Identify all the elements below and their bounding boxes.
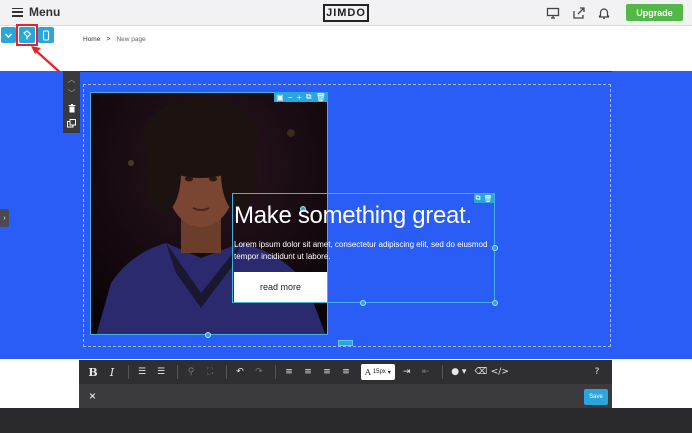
top-bar: Menu JIMDO Upgrade: [0, 0, 692, 26]
divider: [441, 365, 443, 379]
hero-body[interactable]: Lorem ipsum dolor sit amet, consectetur …: [234, 239, 494, 262]
move-up-icon[interactable]: ︿: [68, 76, 76, 84]
jimdo-logo[interactable]: JIMDO: [323, 4, 369, 22]
resize-handle[interactable]: [205, 332, 211, 338]
code-icon[interactable]: </>: [491, 364, 509, 380]
duplicate-icon[interactable]: [67, 119, 76, 128]
desktop-icon[interactable]: [546, 6, 560, 20]
divider: [128, 365, 129, 379]
hero-headline[interactable]: Make something great.: [234, 202, 472, 230]
font-size-select[interactable]: A 15px ▾: [361, 364, 395, 380]
mobile-view-button[interactable]: [38, 27, 54, 43]
link-icon[interactable]: ⚲: [183, 364, 199, 380]
duplicate-icon[interactable]: ⧉: [476, 195, 481, 203]
trash-icon[interactable]: 🗑: [316, 93, 326, 102]
menu-button[interactable]: Menu: [12, 5, 60, 19]
text-editor-toolbar: B I ☰ ☰ ⚲ ⛶ ↶ ↷ ≡ ≡ ≡ ≡ A 15px ▾ ⇥ ⇤ ● ▾…: [79, 360, 612, 384]
unlink-icon[interactable]: ⛶: [202, 364, 218, 380]
share-icon[interactable]: [572, 6, 586, 20]
collapse-button[interactable]: [1, 27, 16, 43]
image-toolbar: ▣ − + ⧉ 🗑: [274, 92, 328, 102]
trash-icon[interactable]: [68, 104, 76, 113]
bell-icon[interactable]: [597, 6, 611, 20]
text-toolbar: ⧉ 🗑: [474, 194, 494, 203]
indent-icon[interactable]: ⇥: [399, 364, 415, 380]
image-settings-icon[interactable]: ▣: [276, 93, 284, 102]
move-down-icon[interactable]: ﹀: [68, 90, 76, 98]
redo-icon[interactable]: ↷: [251, 364, 267, 380]
align-center-icon[interactable]: ≡: [300, 364, 316, 380]
align-left-icon[interactable]: ≡: [281, 364, 297, 380]
upgrade-button[interactable]: Upgrade: [626, 4, 683, 21]
menu-label: Menu: [29, 5, 61, 19]
read-more-button[interactable]: read more: [234, 272, 327, 302]
resize-handle[interactable]: [492, 300, 498, 306]
font-size-icon: A: [365, 367, 371, 377]
eraser-icon[interactable]: ⌫: [473, 364, 489, 380]
align-justify-icon[interactable]: ≡: [338, 364, 354, 380]
close-icon[interactable]: ×: [89, 389, 96, 403]
font-size-value: 15px: [372, 369, 386, 375]
hamburger-icon: [12, 7, 23, 17]
save-button[interactable]: Save: [584, 389, 608, 405]
breadcrumb-separator: >: [106, 36, 111, 43]
chevron-right-icon: ›: [3, 214, 6, 222]
footer-area: [0, 408, 692, 433]
color-icon[interactable]: ● ▾: [448, 364, 470, 380]
breadcrumb-current: New page: [116, 36, 146, 43]
duplicate-icon[interactable]: ⧉: [306, 92, 312, 102]
section-divider: [80, 71, 612, 72]
side-panel-toggle[interactable]: ›: [0, 209, 9, 227]
section-size-handle[interactable]: [338, 340, 353, 346]
help-button[interactable]: ?: [589, 364, 605, 380]
divider: [177, 365, 178, 379]
resize-handle[interactable]: [492, 245, 498, 251]
divider: [275, 365, 276, 379]
block-toolbar: ︿ ﹀: [63, 71, 80, 133]
align-right-icon[interactable]: ≡: [319, 364, 335, 380]
mobile-icon: [42, 29, 50, 41]
outdent-icon[interactable]: ⇤: [418, 364, 434, 380]
undo-icon[interactable]: ↶: [232, 364, 248, 380]
edit-action-bar: [79, 384, 612, 408]
zoom-in-icon[interactable]: +: [297, 93, 302, 102]
zoom-out-icon[interactable]: −: [288, 93, 293, 102]
resize-handle[interactable]: [360, 300, 366, 306]
bold-icon[interactable]: B: [85, 364, 101, 380]
italic-icon[interactable]: I: [104, 364, 120, 380]
unordered-list-icon[interactable]: ☰: [153, 364, 169, 380]
ordered-list-icon[interactable]: ☰: [134, 364, 150, 380]
divider: [226, 365, 227, 379]
trash-icon[interactable]: 🗑: [484, 195, 493, 203]
breadcrumb: Home > New page: [83, 36, 146, 43]
chevron-down-icon: [5, 33, 12, 38]
caret-down-icon: ▾: [387, 369, 391, 376]
breadcrumb-home[interactable]: Home: [83, 36, 100, 43]
